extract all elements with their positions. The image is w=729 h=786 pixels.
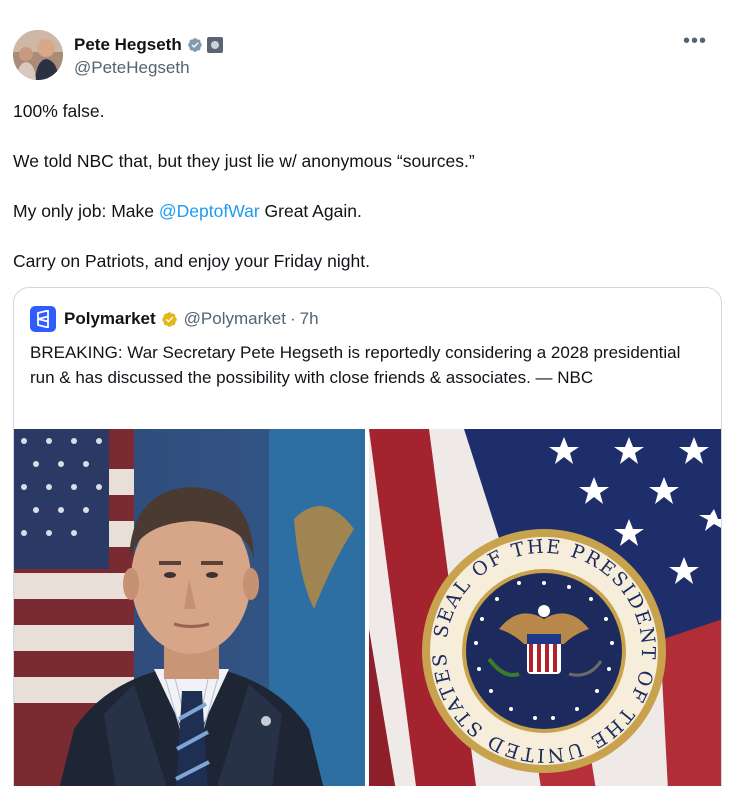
tweet-line: We told NBC that, but they just lie w/ a…	[13, 151, 475, 171]
tweet-line-suffix: Great Again.	[259, 201, 362, 221]
separator-dot: ·	[289, 309, 296, 328]
tweet-line: 100% false.	[13, 101, 105, 121]
presidential-seal-photo[interactable]: SEAL OF THE PRESIDENT OF THE UNITED STAT…	[369, 429, 721, 786]
verified-gold-icon	[161, 311, 177, 327]
author-avatar[interactable]	[13, 30, 63, 80]
polymarket-logo-icon[interactable]	[30, 306, 56, 332]
mention-link[interactable]: @DeptofWar	[159, 201, 260, 221]
tweet-header: Pete Hegseth @PeteHegseth	[13, 30, 223, 80]
tweet-card: Pete Hegseth @PeteHegseth ••• 100% false…	[0, 0, 729, 786]
quoted-handle[interactable]: @Polymarket	[184, 309, 286, 329]
quoted-timestamp[interactable]: 7h	[300, 309, 319, 329]
quoted-tweet-header: Polymarket @Polymarket · 7h	[30, 306, 319, 332]
government-affiliation-icon[interactable]	[206, 37, 223, 53]
quoted-media: SEAL OF THE PRESIDENT OF THE UNITED STAT…	[14, 429, 721, 786]
quoted-tweet[interactable]: Polymarket @Polymarket · 7h BREAKING: Wa…	[13, 287, 722, 786]
author-handle[interactable]: @PeteHegseth	[74, 58, 223, 78]
more-options-icon[interactable]: •••	[683, 30, 707, 53]
tweet-text: 100% false. We told NBC that, but they j…	[13, 99, 713, 299]
quoted-tweet-text: BREAKING: War Secretary Pete Hegseth is …	[30, 343, 681, 387]
hegseth-portrait-photo[interactable]	[14, 429, 365, 786]
tweet-line: My only job: Make @DeptofWar Great Again…	[13, 199, 713, 224]
tweet-line: Carry on Patriots, and enjoy your Friday…	[13, 251, 370, 271]
tweet-line-prefix: My only job: Make	[13, 201, 159, 221]
quoted-display-name[interactable]: Polymarket	[64, 309, 156, 329]
verified-grey-icon	[187, 38, 202, 52]
author-display-name[interactable]: Pete Hegseth	[74, 35, 182, 55]
